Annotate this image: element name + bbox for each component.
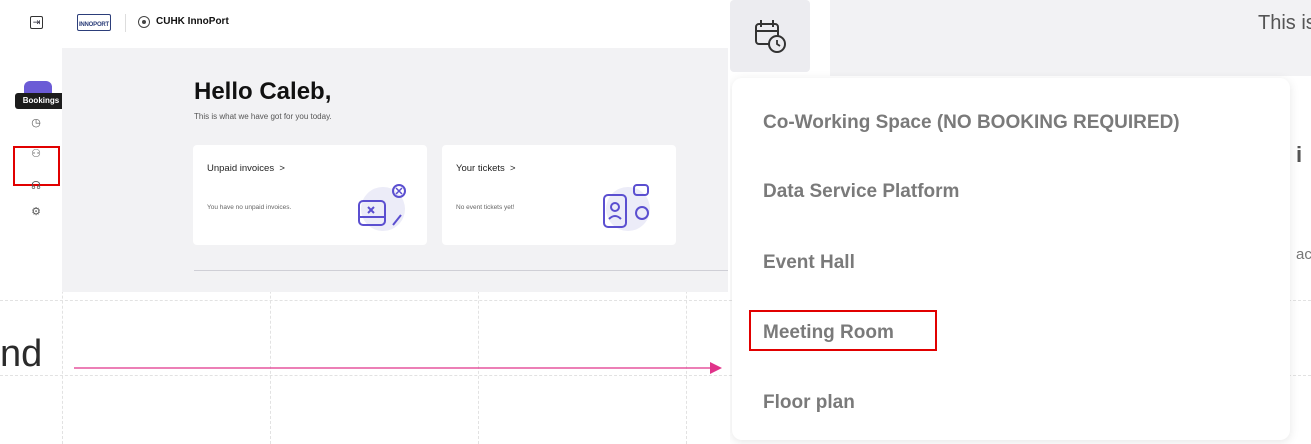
top-bar: ⇥ INNOPORT CUHK InnoPort	[0, 0, 728, 48]
calendar-clock-icon	[755, 20, 786, 53]
gear-icon[interactable]: ⚙	[29, 205, 43, 219]
topbar-divider	[125, 14, 126, 32]
bookings-button[interactable]	[730, 0, 810, 72]
calendar-clock-icon[interactable]: ◷	[29, 116, 43, 130]
menu-item-meeting-room[interactable]: Meeting Room	[763, 322, 894, 344]
card-title[interactable]: Your tickets >	[456, 163, 516, 174]
unpaid-invoices-card[interactable]: Unpaid invoices > You have no unpaid inv…	[193, 145, 427, 245]
innoport-logo[interactable]: INNOPORT	[77, 14, 111, 31]
card-text: No event tickets yet!	[456, 204, 515, 211]
greeting: Hello Caleb,	[194, 78, 332, 105]
zoomed-header-text: This is what	[1258, 12, 1311, 34]
annotation-text: nd	[0, 333, 43, 375]
zoomed-header: This is what	[830, 0, 1311, 76]
menu-item-data-service-platform[interactable]: Data Service Platform	[763, 181, 959, 203]
site-name[interactable]: CUHK InnoPort	[156, 16, 229, 27]
menu-item-floor-plan[interactable]: Floor plan	[763, 392, 855, 414]
sidebar: Bookings ◷ ⚇ ☊ ⚙	[0, 48, 67, 292]
peek-text: ac	[1296, 246, 1311, 263]
collapse-sidebar-icon[interactable]: ⇥	[30, 16, 43, 29]
your-tickets-card[interactable]: Your tickets > No event tickets yet!	[442, 145, 676, 245]
people-icon[interactable]: ⚇	[29, 147, 43, 161]
card-text: You have no unpaid invoices.	[207, 204, 292, 211]
zoomed-screenshot: This is what i ac Co-Working Space (NO B…	[730, 0, 1311, 444]
location-icon	[138, 16, 150, 28]
annotation-arrow	[74, 362, 722, 374]
card-title[interactable]: Unpaid invoices >	[207, 163, 285, 174]
content-divider	[194, 270, 728, 271]
menu-item-coworking-space[interactable]: Co-Working Space (NO BOOKING REQUIRED)	[763, 112, 1180, 134]
ticket-illustration-icon	[603, 184, 650, 231]
invoice-illustration-icon	[358, 184, 406, 231]
peek-text: i	[1296, 142, 1303, 167]
main-content: Hello Caleb, This is what we have got fo…	[62, 48, 728, 292]
headset-icon[interactable]: ☊	[29, 179, 43, 193]
app-screenshot: ⇥ INNOPORT CUHK InnoPort Bookings ◷ ⚇ ☊ …	[0, 0, 728, 292]
bookings-dropdown-menu: Co-Working Space (NO BOOKING REQUIRED) D…	[732, 78, 1290, 440]
bookings-tooltip: Bookings	[15, 93, 67, 109]
menu-item-event-hall[interactable]: Event Hall	[763, 252, 855, 274]
greeting-subtitle: This is what we have got for you today.	[194, 112, 332, 121]
